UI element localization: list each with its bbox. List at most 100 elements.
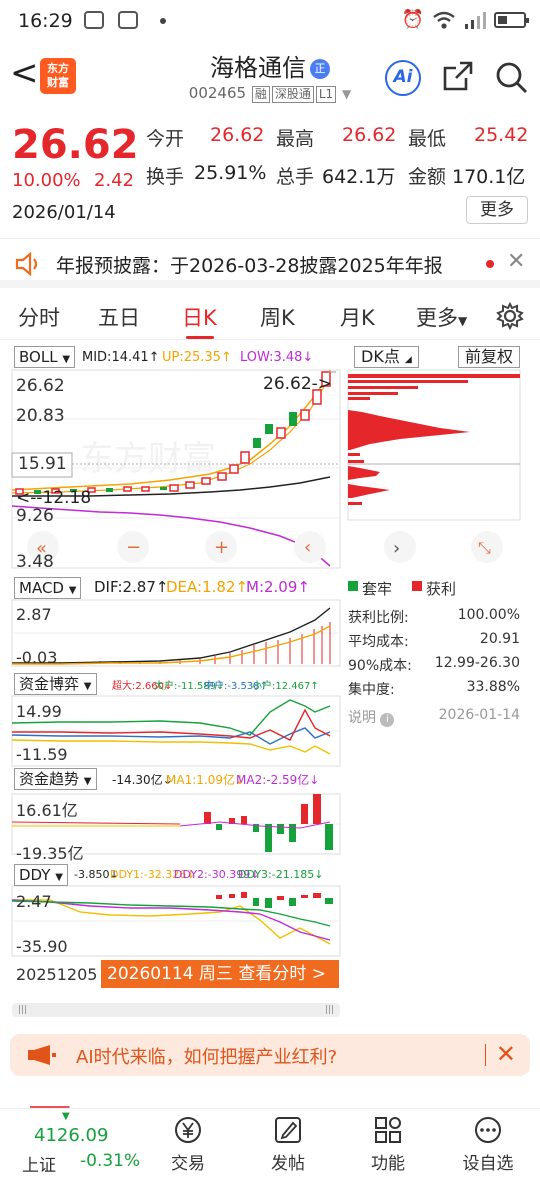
gear-icon[interactable] bbox=[496, 302, 524, 330]
yen-circle-icon bbox=[175, 1117, 201, 1143]
volume-value: 642.1万 bbox=[322, 166, 396, 188]
ddy3-line bbox=[11, 900, 331, 927]
battery-icon bbox=[494, 11, 529, 28]
connect-tag: 深股通 bbox=[271, 86, 314, 103]
change-percent: 10.00% bbox=[12, 170, 81, 191]
notice-bar[interactable]: 年报预披露：于2026-03-28披露2025年年报 ✕ bbox=[0, 238, 540, 288]
index-value: 4126.09 bbox=[34, 1125, 109, 1146]
svg-text:⤡: ⤡ bbox=[478, 538, 491, 557]
dk-point-button[interactable]: DK点 ◢ bbox=[354, 346, 419, 368]
nav-add-watchlist[interactable]: 设自选 bbox=[453, 1115, 523, 1174]
tab-monthly-k[interactable]: 月K bbox=[340, 302, 375, 332]
last-price-marker: 26.62-> bbox=[263, 374, 333, 394]
tab-intraday[interactable]: 分时 bbox=[18, 302, 60, 332]
notice-text: 年报预披露：于2026-03-28披露2025年年报 bbox=[56, 255, 443, 277]
capital-trend-select[interactable]: 资金趋势 ▼ bbox=[14, 768, 97, 790]
legend-trap-label: 套牢 bbox=[362, 580, 393, 598]
notification-app-icon bbox=[84, 11, 104, 29]
main-indicator-select[interactable]: BOLL ▼ bbox=[14, 346, 76, 368]
stat-concentration: 集中度: 33.88% bbox=[348, 679, 520, 698]
share-icon[interactable] bbox=[442, 60, 474, 92]
macd-indicator-select[interactable]: MACD ▼ bbox=[14, 577, 82, 599]
boll-low-line bbox=[11, 505, 331, 567]
capital-trend-ma1: MA1:1.09亿↓ bbox=[166, 773, 246, 787]
ddy-select[interactable]: DDY ▼ bbox=[14, 864, 68, 886]
more-dots-icon bbox=[475, 1117, 501, 1143]
view-intraday-button[interactable]: 20260114 周三 查看分时 > bbox=[101, 960, 339, 988]
nav-post[interactable]: 发帖 bbox=[253, 1115, 323, 1174]
ad-text: AI时代来临，如何把握产业红利? bbox=[76, 1047, 338, 1068]
macd-y-bottom: -0.03 bbox=[16, 648, 58, 667]
capital-game-small: 小户:12.467↑ bbox=[252, 681, 319, 692]
status-time: 16:29 bbox=[18, 10, 73, 32]
legend-profit-label: 获利 bbox=[426, 580, 457, 598]
scroll-handle-left[interactable]: ||| bbox=[18, 1005, 27, 1015]
megaphone-icon bbox=[28, 1045, 56, 1065]
last-price: 26.62 bbox=[12, 122, 139, 168]
capital-game-select[interactable]: 资金博弈 ▼ bbox=[14, 673, 97, 695]
stock-header: < 东方 财富 海格通信正 002465 融深股通 L1 ▼ Ai bbox=[0, 40, 540, 112]
macd-dea-line bbox=[12, 625, 331, 665]
ai-assistant-icon[interactable]: Ai bbox=[385, 60, 421, 96]
tab-more[interactable]: 更多▼ bbox=[416, 302, 467, 332]
legend-trap-swatch bbox=[348, 581, 358, 591]
bottom-nav: 4126.09 ▼ 上证 -0.31% 交易 发帖 功能 设自选 bbox=[0, 1108, 540, 1200]
macd-y-top: 2.87 bbox=[16, 605, 52, 624]
quote-date: 2026/01/14 bbox=[12, 202, 116, 223]
tab-five-day[interactable]: 五日 bbox=[98, 302, 140, 332]
ddy-y-bottom: -35.90 bbox=[16, 937, 68, 956]
edit-icon bbox=[275, 1117, 301, 1143]
nav-functions[interactable]: 功能 bbox=[353, 1115, 423, 1174]
period-tabs: 分时 五日 日K 周K 月K 更多▼ bbox=[0, 296, 540, 340]
nav-trade[interactable]: 交易 bbox=[153, 1115, 223, 1174]
low-value: 25.42 bbox=[474, 124, 529, 146]
close-icon[interactable]: ✕ bbox=[507, 249, 525, 274]
svg-text:‹: ‹ bbox=[304, 537, 311, 558]
status-bar: 16:29 ⏰ bbox=[0, 0, 540, 40]
active-tab-indicator bbox=[186, 336, 214, 339]
signal-icon bbox=[465, 11, 486, 29]
amount-label: 金额 bbox=[408, 166, 447, 188]
scroll-handle-right[interactable]: ||| bbox=[325, 1005, 334, 1015]
chip-nav-buttons[interactable]: › ⤡ bbox=[384, 531, 503, 563]
ad-banner[interactable]: AI时代来临，如何把握产业红利? ✕ bbox=[10, 1034, 530, 1076]
macd-histogram bbox=[19, 622, 331, 664]
high-label: 最高 bbox=[276, 128, 315, 150]
y-axis-4: 9.26 bbox=[16, 506, 54, 526]
search-icon[interactable] bbox=[494, 60, 528, 94]
macd-dif-label: DIF:2.87↑ bbox=[94, 578, 169, 596]
open-value: 26.62 bbox=[210, 124, 265, 146]
capital-trend-value: -14.30亿↓ bbox=[112, 773, 173, 787]
watermark: 东方财富 bbox=[80, 439, 216, 479]
grid-icon bbox=[375, 1117, 401, 1143]
macd-m-label: M:2.09↑ bbox=[246, 578, 310, 596]
low-label: 最低 bbox=[408, 128, 447, 150]
stat-profit-ratio: 获利比例: 100.00% bbox=[348, 607, 520, 626]
caret-down-icon: ▼ bbox=[458, 314, 468, 328]
chart-scrollbar[interactable]: ||| ||| bbox=[12, 1003, 340, 1017]
explain-row[interactable]: 说明 i 2026-01-14 bbox=[348, 707, 520, 727]
boll-low-label: LOW:3.48↓ bbox=[240, 350, 314, 365]
macd-dif-line bbox=[12, 607, 331, 664]
capital-game-y-top: 14.99 bbox=[16, 702, 62, 721]
change-value: 2.42 bbox=[94, 170, 135, 191]
svg-text:›: › bbox=[393, 538, 400, 559]
speaker-icon bbox=[15, 251, 38, 277]
adjust-button[interactable]: 前复权 bbox=[458, 346, 521, 368]
boll-up-label: UP:25.35↑ bbox=[162, 350, 232, 365]
range-start-date: 20251205 bbox=[16, 965, 98, 984]
tab-weekly-k[interactable]: 周K bbox=[260, 302, 295, 332]
ddy-bars bbox=[216, 892, 333, 908]
close-ad-icon[interactable]: ✕ bbox=[496, 1040, 516, 1068]
stat-avg-cost: 平均成本: 20.91 bbox=[348, 631, 520, 650]
chip-distribution bbox=[348, 374, 520, 505]
index-trend-icon: ▼ bbox=[62, 1111, 70, 1122]
margin-tag: 融 bbox=[251, 86, 270, 103]
more-quote-button[interactable]: 更多 bbox=[466, 196, 528, 224]
chevron-down-icon[interactable]: ▼ bbox=[342, 87, 351, 101]
legend-profit-swatch bbox=[412, 581, 422, 591]
index-name: 上证 bbox=[22, 1156, 56, 1176]
alarm-icon: ⏰ bbox=[401, 9, 424, 30]
tab-daily-k[interactable]: 日K bbox=[182, 302, 217, 332]
capital-trend-ma2: MA2:-2.59亿↓ bbox=[236, 773, 320, 787]
